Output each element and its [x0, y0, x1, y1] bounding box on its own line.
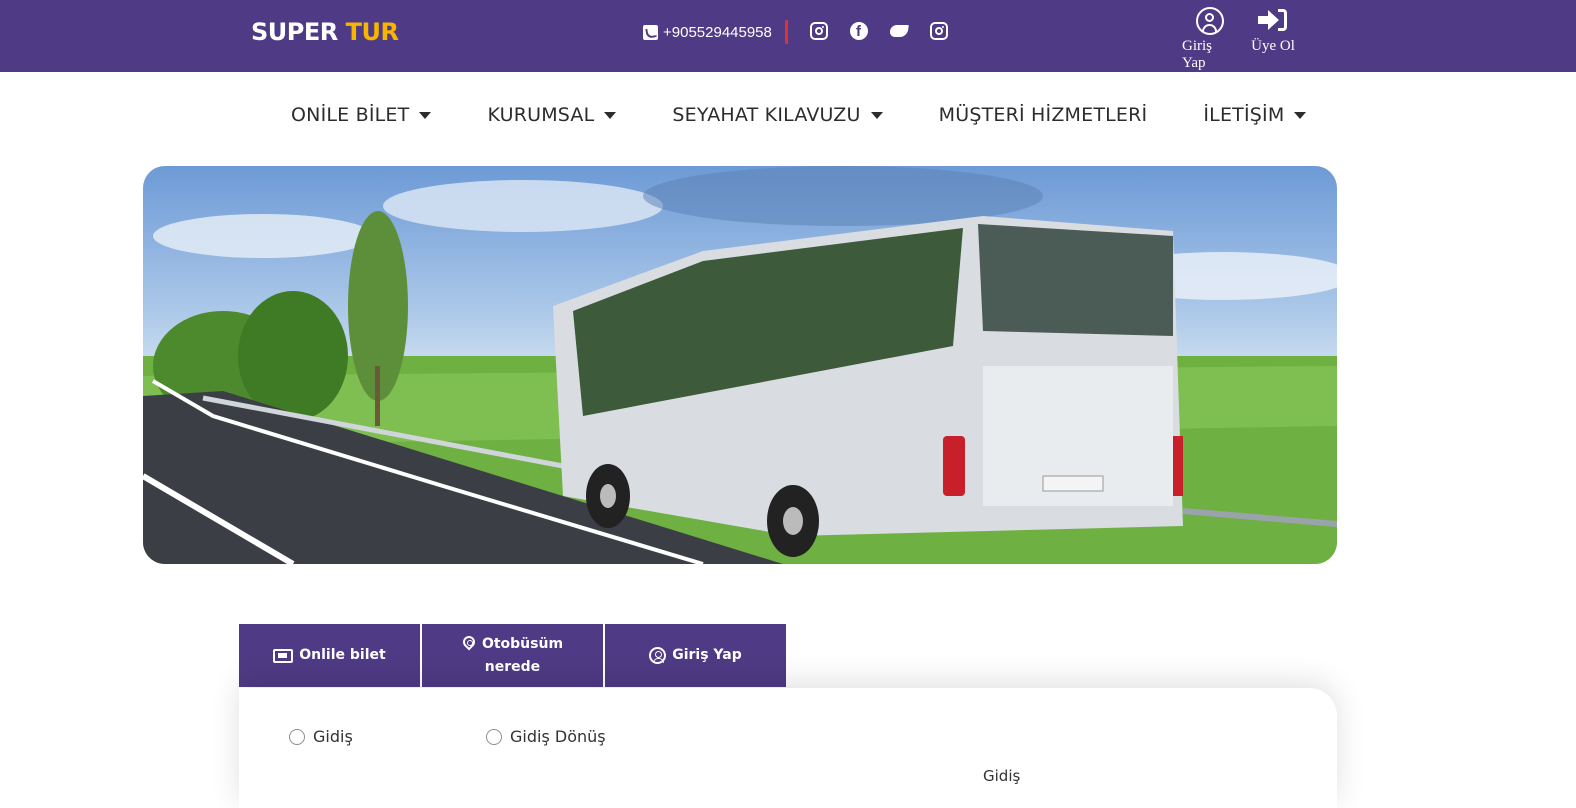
trip-type-round-trip[interactable]: Gidiş Dönüş — [486, 727, 606, 746]
nav-item-corporate[interactable]: KURUMSAL — [487, 104, 617, 126]
nav-label: İLETİŞİM — [1203, 104, 1285, 126]
login-button[interactable]: Giriş Yap — [1182, 7, 1238, 72]
nav-item-contact[interactable]: İLETİŞİM — [1203, 104, 1307, 126]
radio-button[interactable] — [289, 728, 305, 745]
logo[interactable]: SUPER TUR — [251, 18, 399, 46]
nav-item-online-ticket[interactable]: ONİLE BİLET — [291, 104, 432, 126]
hero-banner — [143, 166, 1337, 564]
tab-login[interactable]: Giriş Yap — [605, 624, 786, 687]
nav-label: SEYAHAT KILAVUZU — [672, 104, 861, 126]
booking-tabs: Onlile bilet Otobüsüm nerede Giriş Yap — [239, 624, 786, 687]
phone-icon — [643, 24, 658, 40]
departure-label: Gidiş — [983, 767, 1021, 785]
user-circle-icon — [649, 647, 667, 664]
tab-label-line2: nerede — [484, 658, 541, 675]
register-label: Üye Ol — [1251, 38, 1295, 54]
twitter-icon[interactable] — [890, 22, 908, 40]
instagram-icon[interactable] — [810, 22, 828, 40]
user-circle-icon — [1196, 7, 1224, 35]
contact-phone[interactable]: +905529445958 — [643, 20, 788, 44]
radio-button[interactable] — [486, 728, 502, 745]
caret-down-icon — [870, 111, 883, 119]
social-links — [810, 22, 948, 40]
instagram-icon[interactable] — [930, 22, 948, 40]
nav-label: ONİLE BİLET — [291, 104, 410, 126]
nav-item-customer-service[interactable]: MÜŞTERİ HİZMETLERİ — [939, 104, 1148, 126]
logo-main: SUPER — [251, 18, 338, 46]
facebook-icon[interactable] — [850, 22, 868, 40]
caret-down-icon — [604, 111, 617, 119]
tab-where-is-my-bus[interactable]: Otobüsüm nerede — [422, 624, 603, 687]
nav-item-travel-guide[interactable]: SEYAHAT KILAVUZU — [672, 104, 883, 126]
tab-label: Otobüsüm — [481, 635, 564, 652]
caret-down-icon — [1294, 111, 1307, 119]
main-nav: ONİLE BİLET KURUMSAL SEYAHAT KILAVUZU MÜ… — [0, 96, 1576, 134]
tab-online-ticket[interactable]: Onlile bilet — [239, 624, 420, 687]
caret-down-icon — [419, 111, 432, 119]
radio-label: Gidiş Dönüş — [510, 727, 606, 746]
nav-label: MÜŞTERİ HİZMETLERİ — [938, 104, 1148, 126]
ticket-icon — [273, 648, 294, 663]
booking-form-card: Gidiş Gidiş Dönüş Gidiş — [239, 688, 1337, 808]
bus-illustration — [143, 166, 1337, 564]
tab-label: Giriş Yap — [672, 647, 742, 663]
tab-label: Onlile bilet — [299, 647, 386, 663]
login-label: Giriş Yap — [1182, 38, 1212, 71]
logo-accent: TUR — [345, 18, 399, 46]
phone-number: +905529445958 — [663, 23, 772, 41]
nav-label: KURUMSAL — [487, 104, 595, 126]
register-button[interactable]: Üye Ol — [1250, 7, 1296, 55]
sign-in-icon — [1258, 7, 1288, 33]
divider — [784, 20, 788, 44]
trip-type-one-way[interactable]: Gidiş — [289, 727, 353, 746]
map-pin-icon — [462, 636, 476, 653]
top-bar: SUPER TUR +905529445958 Giriş Yap Üye Ol — [0, 0, 1576, 72]
radio-label: Gidiş — [313, 727, 353, 746]
